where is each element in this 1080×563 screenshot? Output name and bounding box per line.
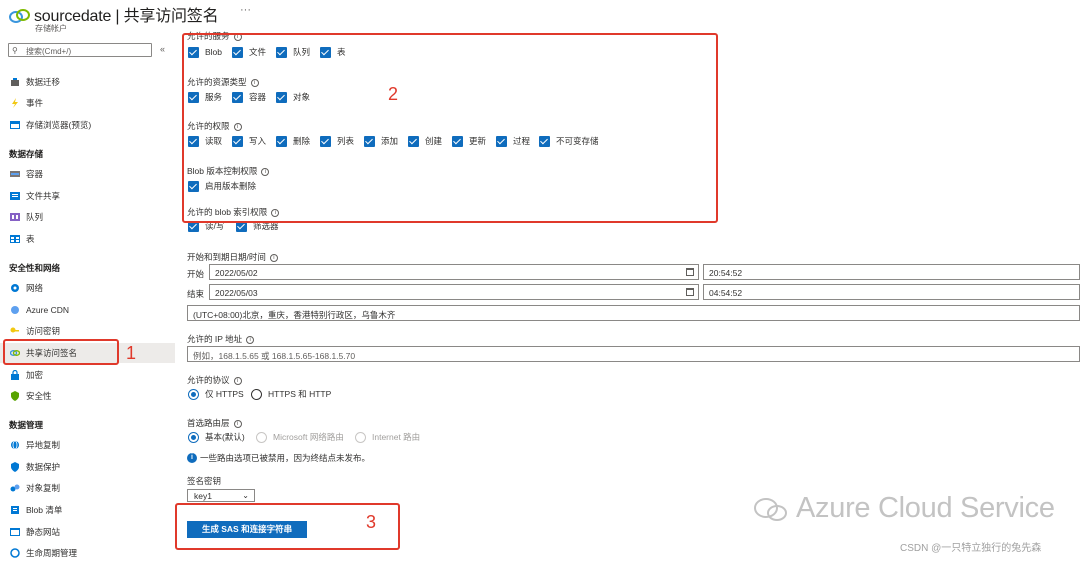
protocol-label: 允许的协议 i [187,374,242,386]
sidebar-item-data-protection[interactable]: 数据保护 [0,457,175,477]
ip-input[interactable]: 例如，168.1.5.65 或 168.1.5.65-168.1.5.70 [187,346,1080,362]
radio-routing-internet[interactable]: Internet 路由 [355,431,420,443]
annotation-number-2: 2 [388,84,399,104]
calendar-icon[interactable] [686,288,694,296]
sidebar-item-lifecycle-management[interactable]: 生命周期管理 [0,543,175,563]
queue-icon [10,212,20,222]
annotation-box-1 [3,339,119,365]
start-time-input[interactable]: 20:54:52 [703,264,1080,280]
storage-account-icon [9,9,30,23]
website-icon [10,527,20,537]
annotation-box-2 [182,33,718,223]
lifecycle-icon [10,548,20,558]
radio-routing-microsoft[interactable]: Microsoft 网络路由 [256,431,344,443]
page-subtitle: 存储帐户 [35,24,67,33]
sidebar: ⚲ 搜索(Cmd+/) « 数据迁移 事件 存储浏览器(预览) 数据存储 容器 … [0,38,175,558]
info-filled-icon: i [187,453,197,463]
lightning-icon [10,98,20,108]
data-migration-icon [10,77,20,87]
start-label: 开始 [187,269,205,279]
routing-label: 首选路由层 i [187,417,242,429]
section-data-storage: 数据存储 [9,149,44,159]
signing-key-select[interactable]: key1 ⌄ [187,489,255,502]
info-icon: i [246,335,255,344]
datetime-label: 开始和到期日期/时间 i [187,251,278,263]
table-icon [10,234,20,244]
timezone-select[interactable]: (UTC+08:00)北京，重庆，香港特别行政区，乌鲁木齐 [187,305,1080,321]
radio-routing-basic[interactable]: 基本(默认) [188,431,245,443]
shield-icon [10,391,20,401]
chevron-down-icon: ⌄ [242,491,249,500]
sidebar-item-security[interactable]: 安全性 [0,386,175,406]
search-icon: ⚲ [12,46,18,55]
watermark-text: Azure Cloud Service [796,492,1055,524]
radio-https-http[interactable]: HTTPS 和 HTTP [251,388,331,400]
section-data-management: 数据管理 [9,420,44,430]
lock-icon [10,369,20,380]
info-icon: i [233,419,242,428]
sidebar-item-object-replication[interactable]: 对象复制 [0,478,175,498]
sidebar-item-file-share[interactable]: 文件共享 [0,186,175,206]
wechat-logo-icon [754,498,787,521]
search-input[interactable]: ⚲ 搜索(Cmd+/) [8,43,152,57]
sidebar-item-azure-cdn[interactable]: Azure CDN [0,300,175,320]
sidebar-item-blob-inventory[interactable]: Blob 清单 [0,500,175,520]
sidebar-item-events[interactable]: 事件 [0,93,175,113]
sidebar-item-tables[interactable]: 表 [0,229,175,249]
sidebar-item-access-keys[interactable]: 访问密钥 [0,321,175,341]
network-icon [10,283,20,293]
section-security-networking: 安全性和网络 [9,263,61,273]
annotation-number-3: 3 [366,512,377,532]
sidebar-item-geo-replication[interactable]: 异地复制 [0,435,175,455]
shield-icon [10,462,20,472]
globe-icon [10,440,20,450]
end-time-input[interactable]: 04:54:52 [703,284,1080,300]
sidebar-item-queues[interactable]: 队列 [0,207,175,227]
info-icon: i [269,253,278,262]
end-label: 结束 [187,289,205,299]
ip-label: 允许的 IP 地址 i [187,333,255,345]
annotation-number-1: 1 [126,343,137,363]
sidebar-item-storage-browser[interactable]: 存储浏览器(预览) [0,115,175,135]
end-date-input[interactable]: 2022/05/03 [209,284,699,300]
more-options-button[interactable]: ··· [240,4,251,16]
sidebar-item-containers[interactable]: 容器 [0,164,175,184]
signing-key-label: 签名密钥 [187,476,222,486]
key-icon [10,326,20,336]
container-icon [10,169,20,179]
start-date-input[interactable]: 2022/05/02 [209,264,699,280]
sidebar-item-data-migration[interactable]: 数据迁移 [0,72,175,92]
routing-notice: i 一些路由选项已被禁用，因为终结点未发布。 [187,452,370,464]
file-share-icon [10,191,20,201]
csdn-watermark: CSDN @一只特立独行的兔先森 [900,543,1042,554]
storage-browser-icon [10,120,20,130]
collapse-sidebar-button[interactable]: « [160,44,165,54]
inventory-icon [10,505,20,515]
calendar-icon[interactable] [686,268,694,276]
replicate-icon [10,483,20,493]
sidebar-item-encryption[interactable]: 加密 [0,365,175,385]
radio-https-only[interactable]: 仅 HTTPS [188,388,244,400]
cdn-icon [10,305,20,315]
info-icon: i [233,376,242,385]
sidebar-item-networking[interactable]: 网络 [0,278,175,298]
sidebar-item-static-website[interactable]: 静态网站 [0,522,175,542]
